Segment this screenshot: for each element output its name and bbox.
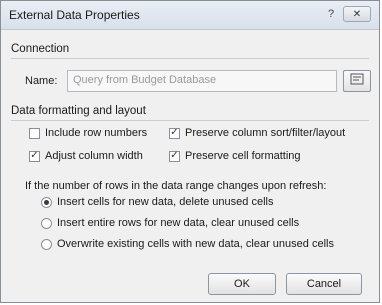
insert-cells-radio[interactable]: Insert cells for new data, delete unused…: [41, 196, 273, 208]
radio-button: [41, 238, 52, 250]
connection-divider: [11, 58, 369, 59]
title-bar[interactable]: External Data Properties ? ✕: [1, 1, 379, 30]
preserve-sort-filter-layout-checkbox[interactable]: ✓ Preserve column sort/filter/layout: [169, 127, 345, 139]
adjust-column-width-checkbox[interactable]: ✓ Adjust column width: [29, 150, 143, 162]
radio-button: [41, 217, 52, 229]
help-button[interactable]: ?: [323, 7, 339, 22]
radio-label: Insert entire rows for new data, clear u…: [57, 217, 300, 229]
checkbox-label: Preserve column sort/filter/layout: [185, 127, 346, 139]
close-button[interactable]: ✕: [343, 6, 371, 22]
dialog-title: External Data Properties: [9, 8, 140, 22]
external-data-properties-dialog: External Data Properties ? ✕ Connection …: [0, 0, 380, 303]
checkbox-box: ✓: [169, 150, 180, 162]
checkbox-box: ✓: [29, 150, 40, 162]
refresh-question-label: If the number of rows in the data range …: [25, 180, 327, 192]
overwrite-cells-radio[interactable]: Overwrite existing cells with new data, …: [41, 238, 334, 250]
name-label: Name:: [25, 75, 58, 87]
include-row-numbers-checkbox[interactable]: Include row numbers: [29, 127, 147, 139]
connection-properties-icon: [350, 73, 364, 88]
radio-label: Overwrite existing cells with new data, …: [57, 238, 334, 250]
checkbox-label: Preserve cell formatting: [185, 150, 301, 162]
ok-button[interactable]: OK: [208, 273, 276, 295]
checkbox-box: [29, 127, 40, 139]
connection-section-label: Connection: [11, 43, 70, 55]
checkbox-box: ✓: [169, 127, 180, 139]
cancel-button[interactable]: Cancel: [286, 273, 362, 295]
checkbox-label: Adjust column width: [45, 150, 143, 162]
connection-properties-button[interactable]: [343, 70, 371, 92]
connection-name-field[interactable]: Query from Budget Database: [67, 70, 337, 92]
radio-label: Insert cells for new data, delete unused…: [57, 196, 274, 208]
radio-button: [41, 196, 52, 208]
formatting-section-label: Data formatting and layout: [11, 105, 146, 117]
checkbox-label: Include row numbers: [45, 127, 148, 139]
preserve-cell-formatting-checkbox[interactable]: ✓ Preserve cell formatting: [169, 150, 301, 162]
formatting-divider: [11, 120, 369, 121]
insert-rows-radio[interactable]: Insert entire rows for new data, clear u…: [41, 217, 299, 229]
